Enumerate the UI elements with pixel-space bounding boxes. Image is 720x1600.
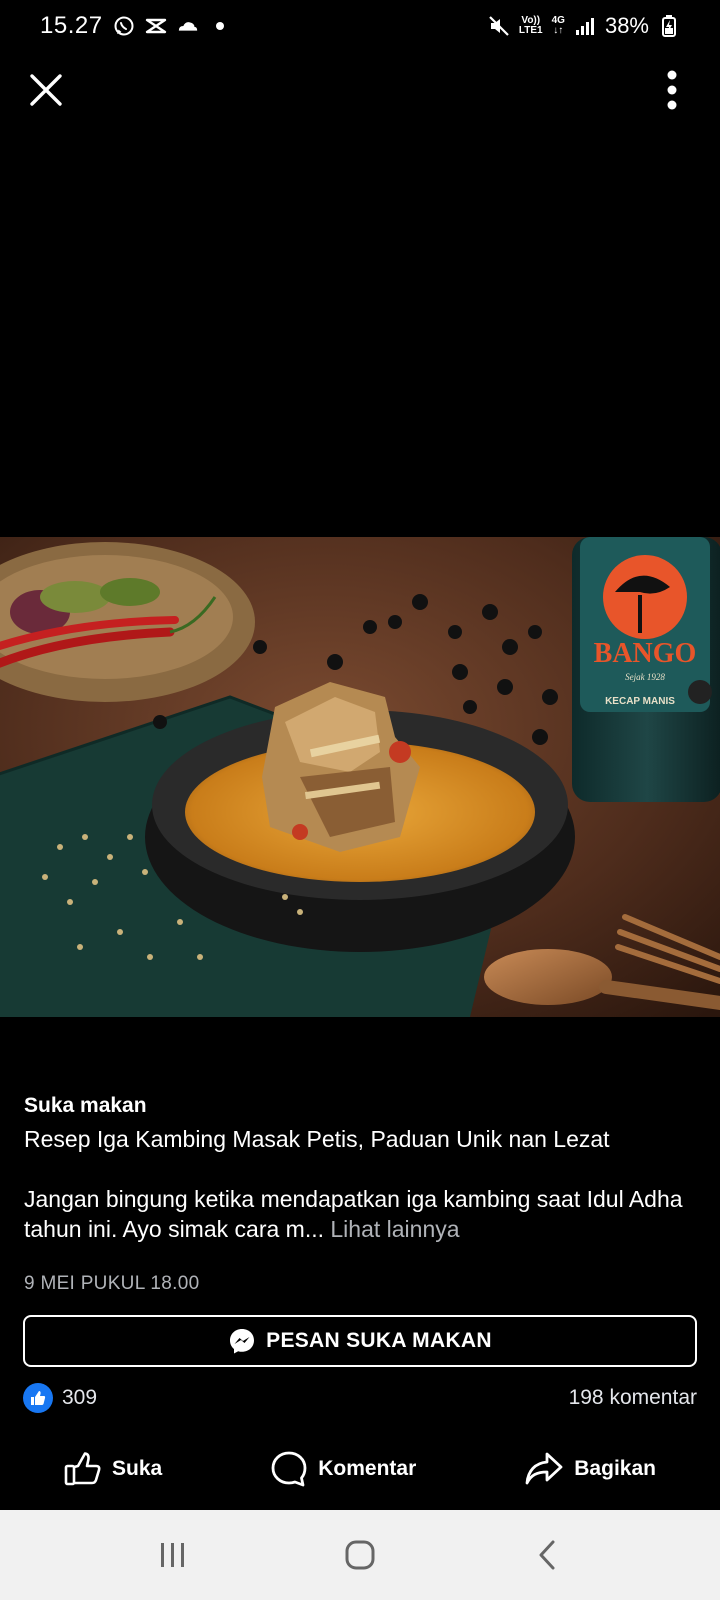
system-nav-bar — [0, 1510, 720, 1600]
cloud-icon — [177, 15, 199, 37]
dot-icon — [209, 15, 231, 37]
close-icon — [30, 74, 62, 106]
post-actions: Suka Komentar Bagikan — [0, 1440, 720, 1498]
back-icon — [539, 1540, 555, 1570]
more-options-button[interactable] — [658, 68, 686, 112]
home-button[interactable] — [330, 1525, 390, 1585]
like-reaction-icon — [23, 1383, 53, 1413]
like-label: Suka — [112, 1457, 163, 1480]
whatsapp-icon — [113, 15, 135, 37]
reaction-summary[interactable]: 309 — [23, 1383, 97, 1413]
bottle-sub-text: Sejak 1928 — [625, 672, 665, 682]
message-button-label: PESAN SUKA MAKAN — [266, 1329, 492, 1352]
home-icon — [345, 1540, 375, 1570]
messenger-icon — [230, 1329, 255, 1354]
share-button[interactable]: Bagikan — [524, 1451, 656, 1487]
reactions-bar: 309 198 komentar — [23, 1380, 697, 1416]
thumbs-up-icon — [64, 1452, 101, 1486]
share-icon — [525, 1452, 563, 1485]
reaction-count: 309 — [62, 1386, 98, 1409]
network-type-label: 4G — [551, 15, 565, 26]
comment-icon — [271, 1451, 307, 1487]
signal-icon — [574, 15, 596, 37]
capcut-icon — [145, 15, 167, 37]
share-label: Bagikan — [574, 1457, 656, 1480]
bottle-brand-text: BANGO — [594, 638, 697, 669]
status-left: 15.27 — [40, 12, 231, 40]
status-right: Vo)) LTE1 4G ↓↑ 38% — [488, 13, 680, 39]
comment-button[interactable]: Komentar — [270, 1450, 416, 1488]
status-bar: 15.27 Vo)) LTE1 4G ↓↑ 38% — [0, 0, 720, 52]
recent-apps-icon — [161, 1543, 185, 1567]
see-more-link[interactable]: Lihat lainnya — [330, 1216, 459, 1242]
close-button[interactable] — [26, 70, 66, 110]
comment-label: Komentar — [318, 1457, 417, 1480]
post-caption: Suka makan Resep Iga Kambing Masak Petis… — [24, 1092, 700, 1244]
battery-percent: 38% — [604, 13, 649, 38]
bottle-label-text: KECAP MANIS — [605, 696, 675, 707]
volte-indicator: Vo)) LTE1 — [519, 16, 543, 36]
volte-bottom: LTE1 — [518, 25, 543, 36]
post-title: Resep Iga Kambing Masak Petis, Paduan Un… — [24, 1126, 610, 1152]
comment-count[interactable]: 198 komentar — [569, 1386, 697, 1410]
status-time: 15.27 — [40, 12, 103, 39]
recent-apps-button[interactable] — [143, 1525, 203, 1585]
mute-icon — [488, 15, 510, 37]
like-button[interactable]: Suka — [64, 1451, 162, 1487]
post-body: Jangan bingung ketika mendapatkan iga ka… — [24, 1184, 700, 1244]
back-button[interactable] — [517, 1525, 577, 1585]
page-name[interactable]: Suka makan — [24, 1092, 700, 1120]
food-photo-illustration: BANGO Sejak 1928 KECAP MANIS — [0, 537, 720, 1017]
battery-icon — [658, 15, 680, 37]
post-date: 9 MEI PUKUL 18.00 — [24, 1273, 200, 1294]
post-photo[interactable]: BANGO Sejak 1928 KECAP MANIS — [0, 537, 720, 1017]
message-page-button[interactable]: PESAN SUKA MAKAN — [23, 1315, 697, 1367]
more-vertical-icon — [667, 70, 677, 110]
network-type: 4G ↓↑ — [551, 15, 565, 36]
